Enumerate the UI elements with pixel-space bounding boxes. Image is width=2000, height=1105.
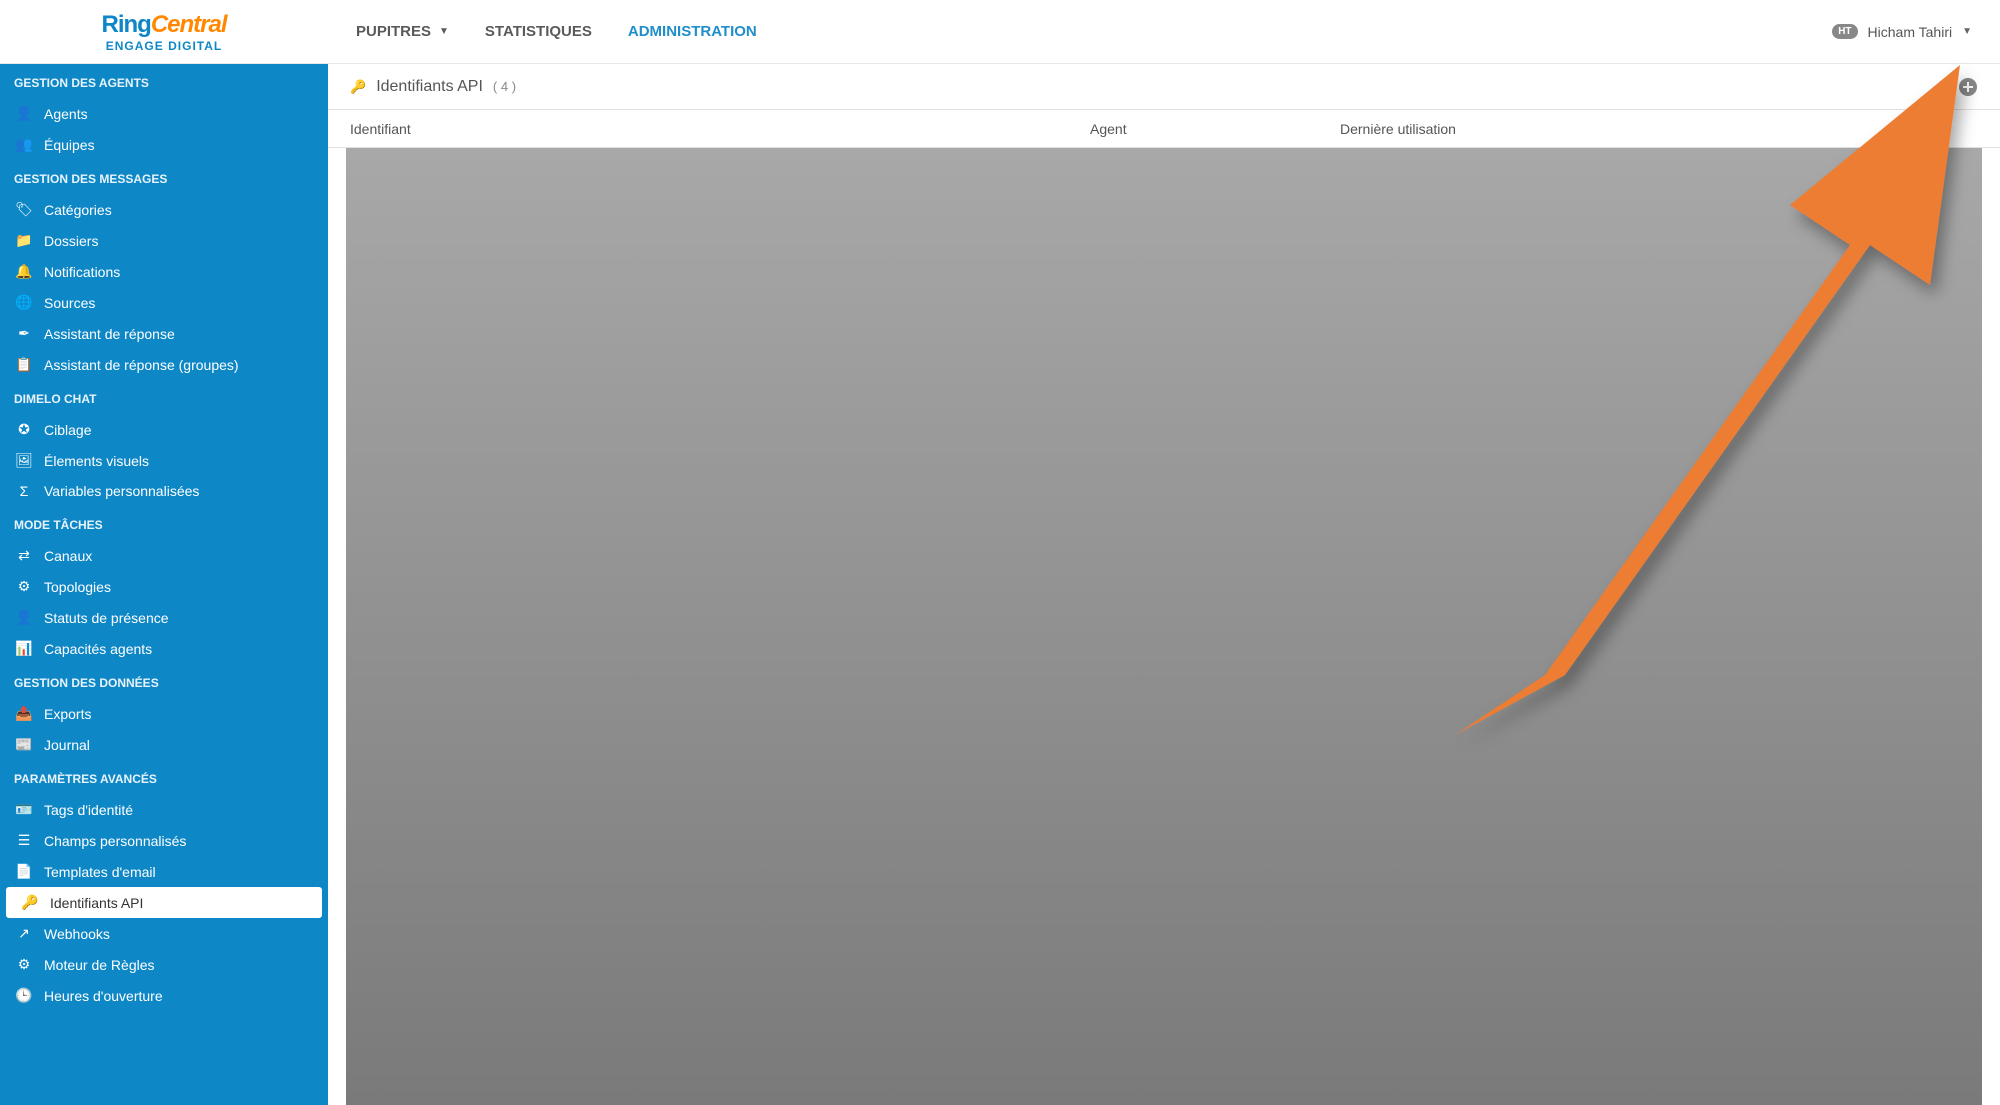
- nav-journal[interactable]: 📰Journal: [0, 729, 328, 760]
- logo: RingCentral ENGAGE DIGITAL: [0, 0, 328, 64]
- topnav-pupitres[interactable]: PUPITRES▼: [356, 23, 449, 40]
- sidebar: RingCentral ENGAGE DIGITAL GESTION DES A…: [0, 0, 328, 1105]
- nav-assistant-groupes[interactable]: 📋Assistant de réponse (groupes): [0, 349, 328, 380]
- fields-icon: ☰: [14, 832, 34, 849]
- exchange-icon: ⇄: [14, 547, 34, 564]
- list-icon: 📋: [14, 356, 34, 373]
- clock-icon: 🕒: [14, 987, 34, 1004]
- table-header: Identifiant Agent Dernière utilisation: [328, 110, 2000, 148]
- share-icon: ↗: [14, 925, 34, 942]
- user-menu[interactable]: HT Hicham Tahiri ▼: [1832, 24, 1972, 40]
- nav-exports[interactable]: 📤Exports: [0, 698, 328, 729]
- nav-variables[interactable]: ΣVariables personnalisées: [0, 476, 328, 506]
- subheader: 🔑 Identifiants API ( 4 ): [328, 64, 2000, 110]
- col-agent: Agent: [1090, 121, 1340, 137]
- main: PUPITRES▼ STATISTIQUES ADMINISTRATION HT…: [328, 0, 2000, 1105]
- user-initials: HT: [1832, 24, 1857, 39]
- user-name: Hicham Tahiri: [1868, 24, 1953, 40]
- section-avances: PARAMÈTRES AVANCÉS: [0, 760, 328, 794]
- nav-moteur[interactable]: ⚙Moteur de Règles: [0, 949, 328, 980]
- nav-equipes[interactable]: 👥Équipes: [0, 129, 328, 160]
- nav-ciblage[interactable]: ✪Ciblage: [0, 414, 328, 445]
- topology-icon: ⚙: [14, 578, 34, 595]
- section-messages: GESTION DES MESSAGES: [0, 160, 328, 194]
- add-button[interactable]: [1958, 77, 1978, 97]
- col-last-use: Dernière utilisation: [1340, 121, 1978, 137]
- table-body: [346, 148, 1982, 1105]
- plus-circle-icon: [1958, 77, 1978, 97]
- key-icon: 🔑: [350, 79, 366, 95]
- folder-icon: 📁: [14, 232, 34, 249]
- section-donnees: GESTION DES DONNÉES: [0, 664, 328, 698]
- section-agents: GESTION DES AGENTS: [0, 64, 328, 98]
- subheader-left: 🔑 Identifiants API ( 4 ): [350, 78, 516, 96]
- template-icon: 📄: [14, 863, 34, 880]
- topnav-administration[interactable]: ADMINISTRATION: [628, 23, 757, 40]
- nav-statuts[interactable]: 👤Statuts de présence: [0, 602, 328, 633]
- sigma-icon: Σ: [14, 483, 34, 499]
- tag-icon: 🏷: [14, 201, 34, 218]
- pen-icon: ✒: [14, 325, 34, 342]
- key-icon: 🔑: [20, 894, 40, 911]
- nav-sources[interactable]: 🌐Sources: [0, 287, 328, 318]
- team-icon: 👥: [14, 136, 34, 153]
- logo-ring: Ring: [101, 11, 150, 38]
- nav-assistant[interactable]: ✒Assistant de réponse: [0, 318, 328, 349]
- nav-categories[interactable]: 🏷Catégories: [0, 194, 328, 225]
- export-icon: 📤: [14, 705, 34, 722]
- nav-heures[interactable]: 🕒Heures d'ouverture: [0, 980, 328, 1011]
- capacity-icon: 📊: [14, 640, 34, 657]
- page-count: ( 4 ): [493, 79, 516, 94]
- section-chat: DIMELO CHAT: [0, 380, 328, 414]
- nav-identifiants-api[interactable]: 🔑Identifiants API: [6, 887, 322, 918]
- nav-topologies[interactable]: ⚙Topologies: [0, 571, 328, 602]
- nav-dossiers[interactable]: 📁Dossiers: [0, 225, 328, 256]
- id-icon: 🪪: [14, 801, 34, 818]
- topnav-statistiques[interactable]: STATISTIQUES: [485, 23, 592, 40]
- nav-capacites[interactable]: 📊Capacités agents: [0, 633, 328, 664]
- section-taches: MODE TÂCHES: [0, 506, 328, 540]
- page-title: Identifiants API: [376, 78, 483, 96]
- nav-notifications[interactable]: 🔔Notifications: [0, 256, 328, 287]
- presence-icon: 👤: [14, 609, 34, 626]
- topbar: PUPITRES▼ STATISTIQUES ADMINISTRATION HT…: [328, 0, 2000, 64]
- nav-elements[interactable]: 🖼Élements visuels: [0, 445, 328, 476]
- nav-templates[interactable]: 📄Templates d'email: [0, 856, 328, 887]
- nav-canaux[interactable]: ⇄Canaux: [0, 540, 328, 571]
- globe-icon: 🌐: [14, 294, 34, 311]
- chevron-down-icon: ▼: [1962, 26, 1972, 37]
- topnav: PUPITRES▼ STATISTIQUES ADMINISTRATION: [356, 23, 757, 40]
- logo-central: Central: [151, 11, 227, 38]
- visual-icon: 🖼: [14, 452, 34, 469]
- nav-webhooks[interactable]: ↗Webhooks: [0, 918, 328, 949]
- journal-icon: 📰: [14, 736, 34, 753]
- nav-champs[interactable]: ☰Champs personnalisés: [0, 825, 328, 856]
- user-icon: 👤: [14, 105, 34, 122]
- gear-icon: ⚙: [14, 956, 34, 973]
- logo-sub: ENGAGE DIGITAL: [106, 39, 222, 53]
- col-identifiant: Identifiant: [350, 121, 1090, 137]
- nav-agents[interactable]: 👤Agents: [0, 98, 328, 129]
- target-icon: ✪: [14, 421, 34, 438]
- chevron-down-icon: ▼: [439, 26, 449, 37]
- bell-icon: 🔔: [14, 263, 34, 280]
- nav-tags[interactable]: 🪪Tags d'identité: [0, 794, 328, 825]
